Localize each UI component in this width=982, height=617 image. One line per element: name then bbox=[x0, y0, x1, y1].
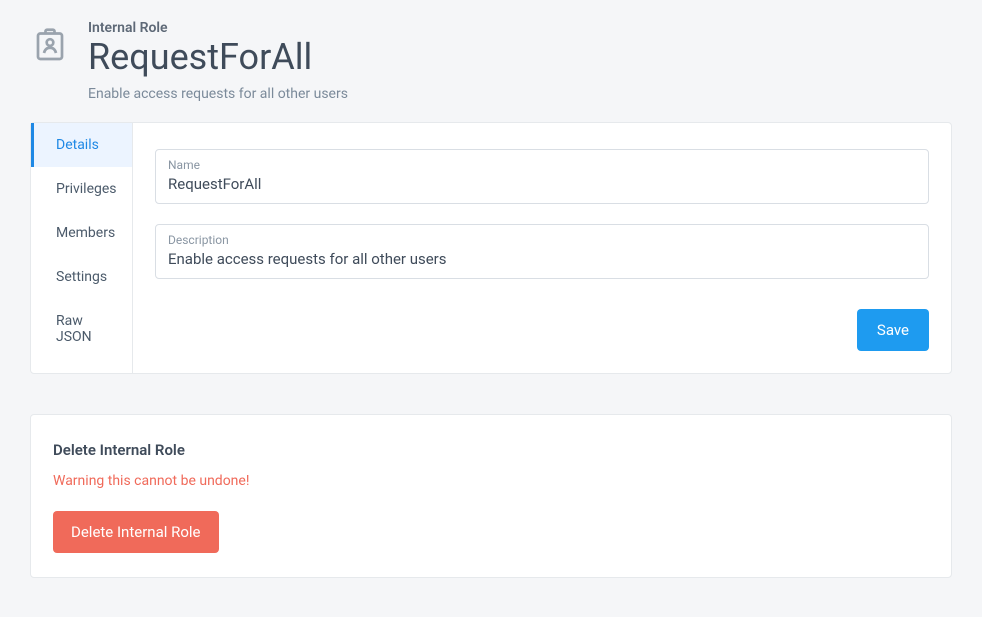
page-header: Internal Role RequestForAll Enable acces… bbox=[30, 20, 952, 102]
tab-privileges[interactable]: Privileges bbox=[31, 167, 132, 211]
description-field[interactable] bbox=[168, 250, 916, 268]
description-field-label: Description bbox=[168, 233, 916, 247]
delete-role-button[interactable]: Delete Internal Role bbox=[53, 511, 219, 553]
tab-raw-json[interactable]: Raw JSON bbox=[31, 299, 132, 359]
details-card: Details Privileges Members Settings Raw … bbox=[30, 122, 952, 374]
delete-card: Delete Internal Role Warning this cannot… bbox=[30, 414, 952, 578]
tab-members[interactable]: Members bbox=[31, 211, 132, 255]
description-field-container: Description bbox=[155, 224, 929, 279]
tab-content-details: Name Description Save bbox=[133, 123, 951, 373]
header-category: Internal Role bbox=[88, 20, 952, 36]
tabs: Details Privileges Members Settings Raw … bbox=[31, 123, 133, 373]
badge-icon bbox=[32, 26, 68, 62]
page-subtitle: Enable access requests for all other use… bbox=[88, 86, 952, 102]
page-title: RequestForAll bbox=[88, 38, 952, 78]
name-field[interactable] bbox=[168, 175, 916, 193]
tab-details[interactable]: Details bbox=[31, 123, 132, 167]
name-field-label: Name bbox=[168, 158, 916, 172]
tab-settings[interactable]: Settings bbox=[31, 255, 132, 299]
name-field-container: Name bbox=[155, 149, 929, 204]
delete-warning: Warning this cannot be undone! bbox=[53, 473, 929, 489]
delete-card-title: Delete Internal Role bbox=[53, 441, 929, 459]
save-button[interactable]: Save bbox=[857, 309, 929, 351]
